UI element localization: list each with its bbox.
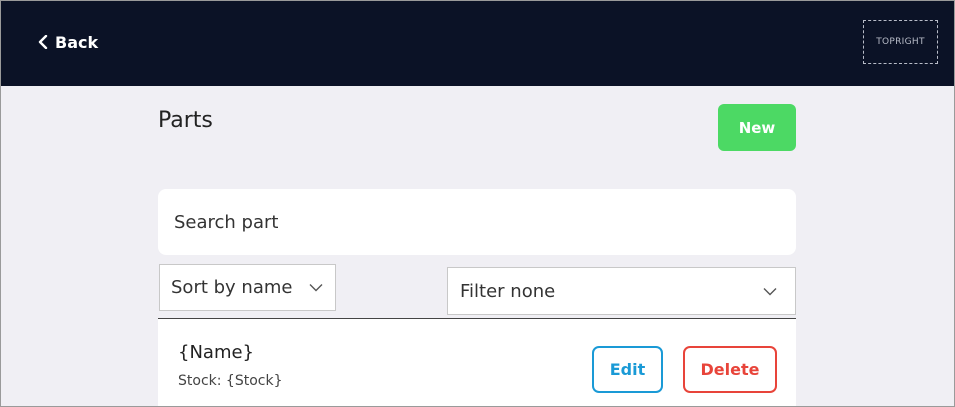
delete-button[interactable]: Delete <box>683 346 777 393</box>
top-bar: Back TOPRIGHT <box>0 0 955 86</box>
chevron-left-icon <box>38 35 48 49</box>
search-input[interactable] <box>158 189 796 255</box>
sort-select-value: Sort by name <box>171 277 293 298</box>
filter-select-value: Filter none <box>460 280 556 302</box>
back-label: Back <box>55 32 99 52</box>
chevron-down-icon <box>309 284 323 292</box>
edit-button[interactable]: Edit <box>592 346 663 393</box>
topright-placeholder: TOPRIGHT <box>863 20 938 64</box>
page-title: Parts <box>158 108 213 133</box>
new-part-button[interactable]: New <box>718 104 796 151</box>
filter-select[interactable]: Filter none <box>447 267 796 315</box>
back-button[interactable]: Back <box>38 31 98 53</box>
part-stock: Stock: {Stock} <box>178 373 283 389</box>
sort-select[interactable]: Sort by name <box>159 264 336 311</box>
part-name: {Name} <box>178 342 255 363</box>
chevron-down-icon <box>763 287 777 295</box>
list-item: {Name} Stock: {Stock} Edit Delete <box>158 319 796 407</box>
